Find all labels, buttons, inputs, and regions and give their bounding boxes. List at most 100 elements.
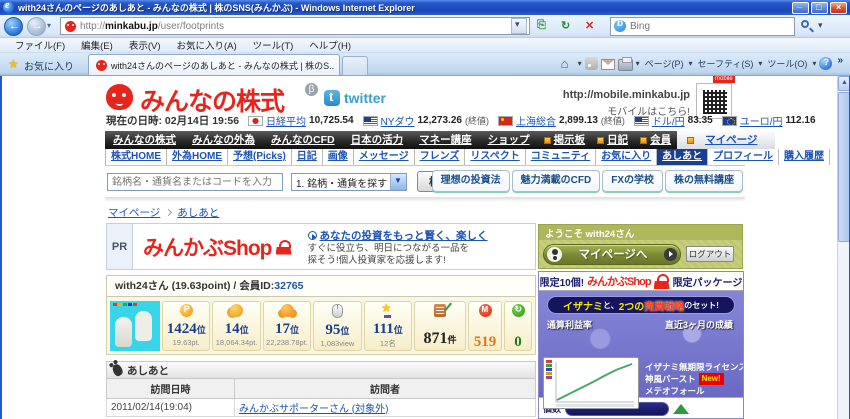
refresh-button[interactable] (556, 17, 578, 36)
nav-minkabu-cfd[interactable]: みんなのCFD (263, 131, 343, 149)
tools-dropdown-icon[interactable]: ▾ (812, 59, 816, 68)
url-text[interactable]: http://minkabu.jp/user/footprints (80, 21, 511, 32)
subnav-community[interactable]: コミュニティ (526, 149, 596, 165)
home-dropdown-icon[interactable]: ▾ (578, 59, 582, 68)
user-stats: 1424位 19.63pt. 14位 18,064.34pt. 17位 22,2… (106, 297, 536, 355)
page-menu-button[interactable]: ページ(P) (643, 57, 686, 70)
quicklink-ideal-investment[interactable]: 理想の投資法 (432, 170, 510, 192)
nav-minkabu-fx[interactable]: みんなの外為 (184, 131, 263, 149)
search-go-button[interactable] (797, 17, 817, 36)
subnav-picks[interactable]: 予想(Picks) (228, 149, 292, 165)
history-dropdown-icon[interactable] (47, 19, 56, 34)
mypage-button[interactable]: マイページへ (543, 244, 681, 265)
quicklink-cfd[interactable]: 魅力満載のCFD (512, 170, 601, 192)
address-dropdown-button[interactable] (511, 18, 527, 34)
subnav-friends[interactable]: フレンズ (415, 149, 466, 165)
member-id-link[interactable]: 32765 (274, 280, 303, 292)
quicklink-fx-school[interactable]: FXの学校 (602, 170, 663, 192)
breadcrumb-footprints[interactable]: あしあと (177, 205, 219, 220)
menu-help[interactable]: ヘルプ(H) (302, 38, 358, 52)
subnav-favorites[interactable]: お気に入り (596, 149, 657, 165)
search-category-select[interactable]: 1. 銘柄・通貨を探す (291, 173, 407, 191)
vertical-scrollbar[interactable] (837, 76, 849, 419)
stat-g-count[interactable]: 0 (504, 301, 532, 351)
help-icon[interactable] (819, 57, 832, 70)
breadcrumb-mypage[interactable]: マイページ (108, 205, 160, 220)
minkabu-shop-logo[interactable]: みんかぶShop (133, 224, 302, 269)
search-options-dropdown[interactable] (817, 17, 828, 36)
logout-button[interactable]: ログアウト (686, 246, 734, 262)
stat-cluster-rank[interactable]: 17位 22,238.78pt. (263, 301, 311, 351)
compatibility-view-button[interactable] (532, 17, 554, 36)
menu-favorites[interactable]: お気に入り(A) (169, 38, 243, 52)
safety-menu-button[interactable]: セーフティ(S) (695, 57, 755, 70)
page-dropdown-icon[interactable]: ▾ (688, 59, 692, 68)
nav-members[interactable]: 会員 (634, 131, 677, 149)
forward-button[interactable] (27, 17, 46, 36)
subnav-diary[interactable]: 日記 (292, 149, 323, 165)
usdjpy-link[interactable]: ドル/円 (652, 113, 685, 128)
menu-edit[interactable]: 編集(E) (74, 38, 120, 52)
back-button[interactable] (4, 17, 23, 36)
select-dropdown-icon[interactable] (390, 174, 406, 190)
dow-link[interactable]: NYダウ (381, 113, 415, 128)
mail-icon[interactable] (601, 59, 615, 70)
stat-point-rank[interactable]: 1424位 19.63pt. (162, 301, 210, 351)
subnav-respect[interactable]: リスペクト (465, 149, 525, 165)
mobile-url[interactable]: http://mobile.minkabu.jp (472, 89, 690, 101)
stat-view-rank[interactable]: 95位 1,083view (313, 301, 361, 351)
maximize-button[interactable] (811, 2, 828, 14)
stat-post-count[interactable]: 871件 (414, 301, 466, 351)
twitter-icon[interactable] (324, 90, 340, 106)
tools-menu-button[interactable]: ツール(O) (765, 57, 809, 70)
favorites-button[interactable]: お気に入り (0, 55, 82, 75)
stat-coin-rank[interactable]: 14位 18,064.34pt. (212, 301, 260, 351)
shop-ad-banner[interactable]: 限定10個! みんかぶShop 限定パッケージ イザナミと、2つの売買戦略のセッ… (538, 271, 744, 419)
pr-banner[interactable]: PR みんかぶShop あなたの投資をもっと賢く、楽しく すぐに役立ち、明日につ… (106, 223, 536, 270)
nikkei-link[interactable]: 日経平均 (266, 113, 306, 128)
quicklink-free-stock-course[interactable]: 株の無料講座 (665, 170, 743, 192)
avatar[interactable] (110, 301, 160, 351)
title-bar[interactable]: with24さんのページのあしあと - みんなの株式 | 株のSNS(みんかぶ)… (0, 0, 850, 15)
subnav-fx-home[interactable]: 外為HOME (167, 149, 228, 165)
browser-tab[interactable]: with24さんのページのあしあと - みんなの株式 | 株のS... (88, 54, 340, 75)
nav-minkabu-stock[interactable]: みんなの株式 (105, 131, 184, 149)
bing-search-input[interactable] (630, 21, 791, 32)
visitor-link[interactable]: みんかぶサポーターさん (対象外) (239, 404, 388, 415)
print-dropdown-icon[interactable]: ▾ (636, 59, 640, 68)
nav-money-course[interactable]: マネー講座 (411, 131, 480, 149)
eurjpy-link[interactable]: ユーロ/円 (740, 113, 783, 128)
toolbar-overflow-chevron[interactable]: » (835, 55, 846, 72)
nav-board[interactable]: 掲示板 (538, 131, 592, 149)
subnav-stock-home[interactable]: 株式HOME (105, 149, 167, 165)
menu-file[interactable]: ファイル(F) (8, 38, 72, 52)
subnav-purchase-history[interactable]: 購入履歴 (779, 149, 830, 165)
pr-headline-link[interactable]: あなたの投資をもっと賢く、楽しく (320, 228, 488, 243)
subnav-messages[interactable]: メッセージ (354, 149, 415, 165)
minimize-button[interactable] (792, 2, 809, 14)
rss-feed-icon[interactable] (585, 57, 598, 70)
home-icon[interactable] (559, 56, 575, 72)
stop-button[interactable] (580, 17, 602, 36)
search-box[interactable] (610, 17, 795, 36)
stock-search-input[interactable] (107, 173, 283, 191)
subnav-profile[interactable]: プロフィール (708, 149, 779, 165)
nav-diary[interactable]: 日記 (591, 131, 634, 149)
subnav-footprints-active[interactable]: あしあと (657, 149, 708, 165)
shanghai-link[interactable]: 上海総合 (516, 113, 556, 128)
menu-tools[interactable]: ツール(T) (246, 38, 301, 52)
menu-view[interactable]: 表示(V) (122, 38, 168, 52)
address-bar[interactable]: http://minkabu.jp/user/footprints (60, 17, 530, 35)
stat-respect-rank[interactable]: 111位 12名 (364, 301, 412, 351)
printer-icon[interactable] (618, 59, 633, 71)
nav-mypage-active[interactable]: マイページ (677, 131, 775, 149)
minkabu-mascot-icon[interactable] (106, 84, 133, 110)
nav-japan-vitality[interactable]: 日本の活力 (343, 131, 412, 149)
twitter-link[interactable]: twitter (344, 90, 386, 106)
new-tab-button[interactable] (342, 56, 368, 75)
close-button[interactable] (830, 2, 847, 14)
nav-shop[interactable]: ショップ (480, 131, 538, 149)
subnav-images[interactable]: 画像 (323, 149, 354, 165)
stat-m-count[interactable]: 519 (468, 301, 502, 351)
safety-dropdown-icon[interactable]: ▾ (758, 59, 762, 68)
